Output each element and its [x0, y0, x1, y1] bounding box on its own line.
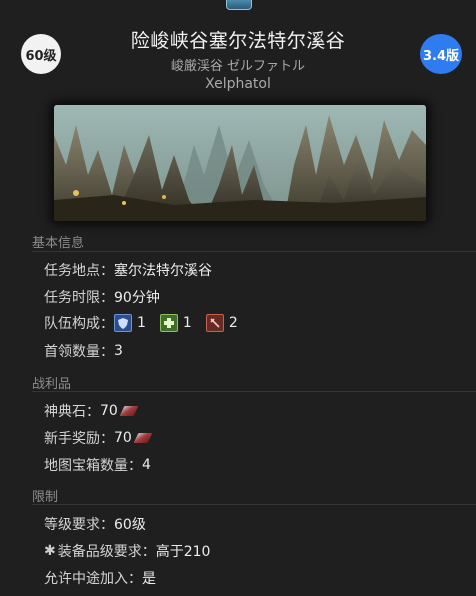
- star-icon: ✱: [44, 543, 56, 559]
- section-heading-restrictions: 限制: [32, 490, 59, 505]
- duty-title: 险峻峡谷塞尔法特尔溪谷: [130, 30, 346, 52]
- time-limit-value: 90分钟: [114, 290, 160, 306]
- healer-role-icon: [159, 314, 178, 332]
- join-in-progress-row: 允许中途加入： 是: [44, 568, 156, 588]
- time-limit-label: 任务时限：: [44, 290, 114, 306]
- duty-subtitle-english: Xelphatol: [205, 76, 271, 92]
- novice-reward-label: 新手奖励：: [44, 431, 114, 447]
- location-label: 任务地点：: [44, 263, 114, 279]
- section-divider: [32, 391, 476, 392]
- party-composition-label: 队伍构成：: [44, 316, 114, 332]
- section-heading-loot: 战利品: [32, 377, 72, 392]
- tomestone-value: 70: [100, 403, 118, 419]
- boss-count-row: 首领数量： 3: [44, 341, 123, 361]
- location-value: 塞尔法特尔溪谷: [114, 263, 212, 279]
- dps-count: 2: [228, 315, 238, 331]
- join-in-progress-value: 是: [142, 571, 156, 587]
- boss-count-label: 首领数量：: [44, 344, 114, 360]
- tank-role-icon: [114, 314, 132, 332]
- tomestone-icon: [119, 406, 139, 416]
- item-level-label: 装备品级要求：: [57, 544, 156, 560]
- join-in-progress-label: 允许中途加入：: [44, 571, 142, 587]
- item-level-row: ✱ 装备品级要求： 高于210: [44, 541, 210, 561]
- tomestone-label: 神典石：: [44, 404, 100, 420]
- tomestone-row: 神典石： 70: [44, 401, 139, 421]
- duty-banner-image: [54, 105, 426, 221]
- novice-reward-row: 新手奖励： 70: [44, 428, 153, 448]
- tomestone-icon: [133, 433, 153, 443]
- healer-count: 1: [182, 315, 192, 331]
- map-chest-value: 4: [142, 457, 151, 473]
- section-divider: [32, 251, 476, 252]
- tank-count: 1: [137, 315, 146, 331]
- level-requirement-value: 60级: [114, 517, 146, 533]
- map-chest-label: 地图宝箱数量：: [44, 458, 142, 474]
- section-divider: [32, 504, 476, 505]
- level-requirement-row: 等级要求： 60级: [44, 514, 146, 534]
- novice-reward-value: 70: [114, 430, 132, 446]
- duty-type-icon: [226, 0, 252, 10]
- duty-info-card: 60级 3.4版 险峻峡谷塞尔法特尔溪谷 峻厳渓谷 ゼルファトル Xelphat…: [0, 0, 476, 596]
- time-limit-row: 任务时限： 90分钟: [44, 287, 160, 307]
- item-level-value: 高于210: [155, 544, 211, 560]
- duty-subtitle-japanese: 峻厳渓谷 ゼルファトル: [170, 59, 306, 74]
- party-composition-row: 队伍构成： 1 1 2: [44, 313, 238, 333]
- level-requirement-label: 等级要求：: [44, 517, 114, 533]
- section-heading-basic-info: 基本信息: [32, 236, 85, 251]
- map-chest-row: 地图宝箱数量： 4: [44, 455, 151, 475]
- dps-role-icon: [205, 314, 224, 332]
- boss-count-value: 3: [114, 343, 123, 359]
- location-row: 任务地点： 塞尔法特尔溪谷: [44, 260, 212, 280]
